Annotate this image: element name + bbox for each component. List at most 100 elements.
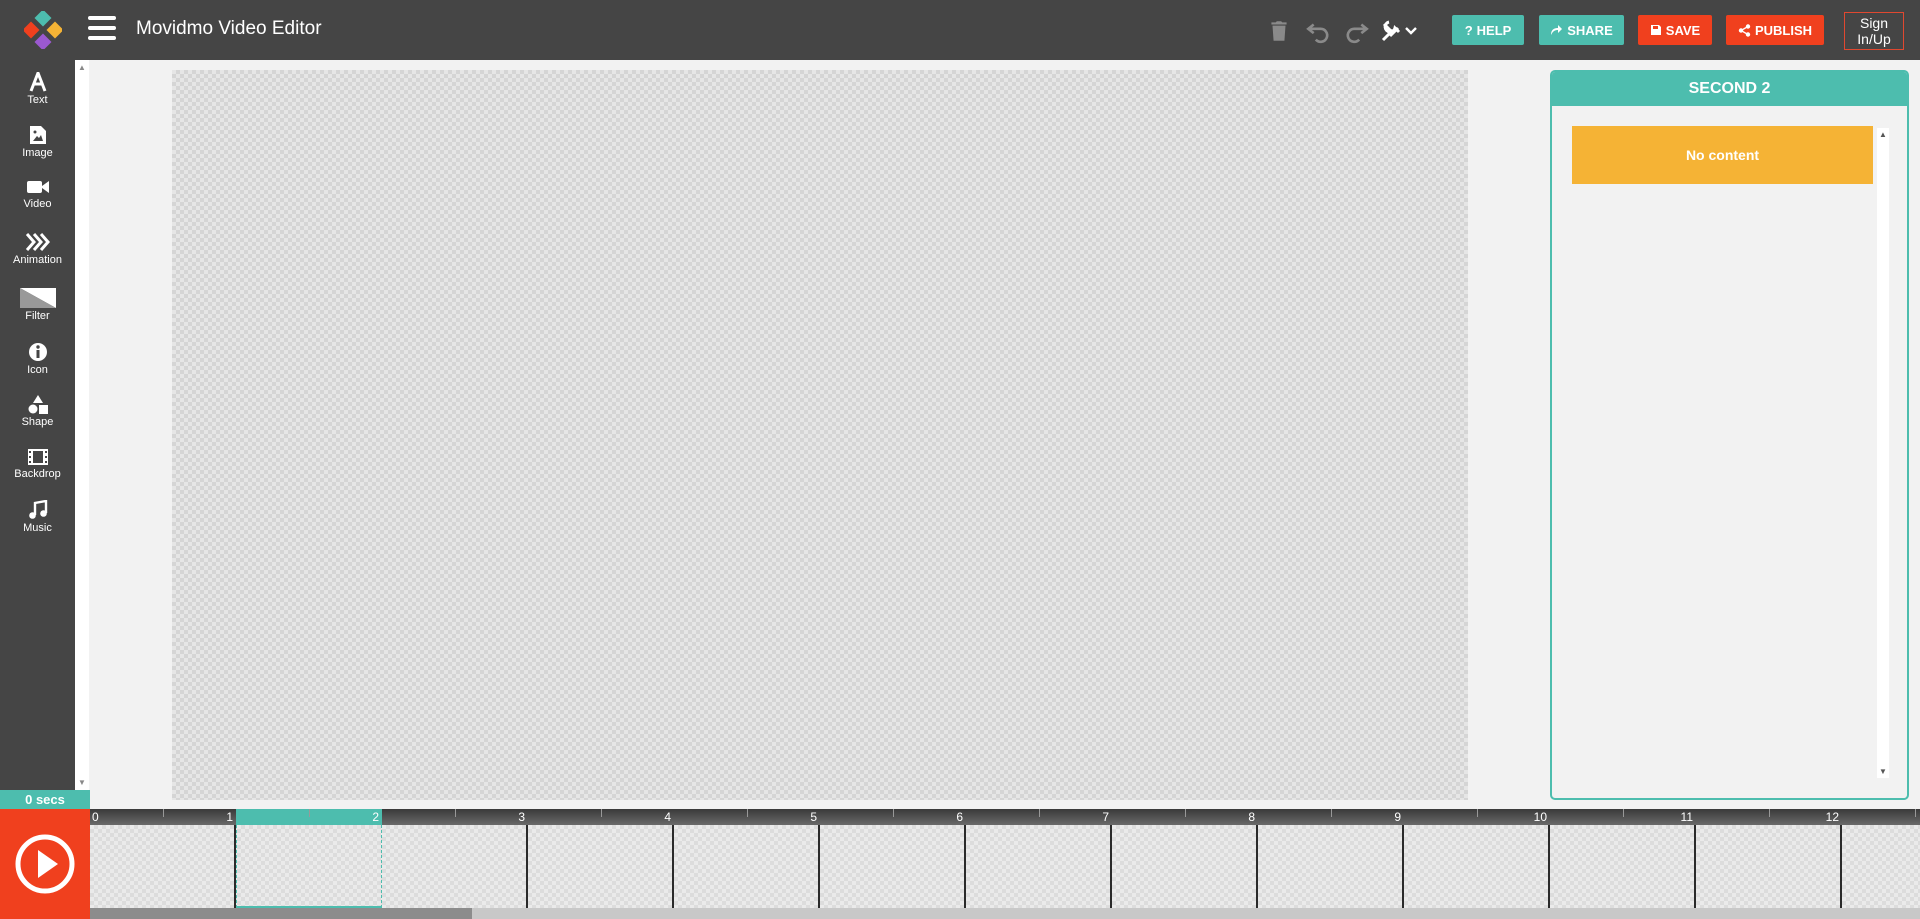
panel-scrollbar[interactable]: ▲ ▼ [1877,128,1889,778]
timeline-frame[interactable] [528,825,674,908]
timeline-second-label: 7 [1102,810,1109,824]
timeline-second-label: 4 [664,810,671,824]
timeline-frame[interactable] [966,825,1112,908]
timeline-tick [1185,809,1186,817]
timeline-second-8[interactable]: 8 [1112,809,1258,908]
share-button[interactable]: SHARE [1539,15,1624,45]
timeline-second-label: 2 [372,810,379,824]
timeline-second-7[interactable]: 7 [966,809,1112,908]
music-icon [28,500,47,519]
timeline-frame[interactable] [820,825,966,908]
save-button[interactable]: SAVE [1638,15,1712,45]
timeline-second-5[interactable]: 5 [674,809,820,908]
timeline-tick [1623,809,1624,817]
sidebar-item-image[interactable]: Image [0,125,75,173]
panel-title: SECOND 2 [1552,72,1907,106]
sidebar-item-music[interactable]: Music [0,500,75,548]
timeline-second-13[interactable]: 13 [1842,809,1920,908]
timeline-ruler: 7 [966,809,1112,825]
sidebar-item-shape[interactable]: Shape [0,394,75,442]
image-icon [29,126,46,144]
sidebar-item-filter[interactable]: Filter [0,288,75,336]
timeline-frame[interactable] [90,825,236,908]
question-icon: ? [1464,22,1473,38]
timeline-second-6[interactable]: 6 [820,809,966,908]
timeline-frame[interactable] [1550,825,1696,908]
sidebar-item-backdrop[interactable]: Backdrop [0,448,75,496]
timeline-second-9[interactable]: 9 [1258,809,1404,908]
help-button[interactable]: ? HELP [1452,15,1524,45]
sidebar-item-animation[interactable]: Animation [0,232,75,280]
timeline-second-label: 8 [1248,810,1255,824]
play-button[interactable] [0,809,90,919]
hamburger-menu-icon[interactable] [88,16,116,42]
sidebar-item-text[interactable]: Text [0,72,75,120]
redo-icon[interactable] [1344,18,1370,44]
timeline-ruler: 5 [674,809,820,825]
timeline-second-label: 5 [810,810,817,824]
sidebar-scrollbar[interactable]: ▲ ▼ [75,60,89,790]
timeline-scroll-thumb[interactable] [90,908,472,919]
backdrop-icon [27,449,48,465]
timeline-second-label: 3 [518,810,525,824]
scroll-down-icon[interactable]: ▼ [1879,767,1887,776]
undo-icon[interactable] [1305,18,1331,44]
timeline-frame[interactable] [236,825,382,908]
no-content-notice: No content [1572,126,1873,184]
trash-icon[interactable] [1266,18,1292,44]
timeline-second-label: 9 [1394,810,1401,824]
timeline-second-4[interactable]: 4 [528,809,674,908]
sidebar-item-icon[interactable]: Icon [0,342,75,390]
filter-icon [19,288,56,308]
timeline-ruler: 3 [382,809,528,825]
timeline-second-label: 11 [1680,810,1693,824]
timeline-second-label: 1 [226,810,233,824]
top-bar: Movidmo Video Editor ? HELP SHARE SAVE P… [0,0,1920,60]
timeline-second-11[interactable]: 11 [1550,809,1696,908]
timeline[interactable]: 0 12345678910111213 [90,809,1920,908]
timeline-tick [601,809,602,817]
video-canvas[interactable] [172,70,1468,800]
timeline-tick [747,809,748,817]
sidebar-item-video[interactable]: Video [0,178,75,226]
sign-in-button[interactable]: Sign In/Up [1844,12,1904,50]
scroll-up-icon[interactable]: ▲ [1879,130,1887,139]
timeline-tick [1915,809,1916,817]
timeline-tick [1477,809,1478,817]
timeline-second-12[interactable]: 12 [1696,809,1842,908]
timeline-frame[interactable] [1404,825,1550,908]
publish-button[interactable]: PUBLISH [1726,15,1824,45]
timeline-frame[interactable] [1842,825,1920,908]
timeline-frame[interactable] [674,825,820,908]
timeline-second-10[interactable]: 10 [1404,809,1550,908]
timeline-second-label: 12 [1825,810,1839,824]
scroll-up-icon[interactable]: ▲ [78,63,86,72]
timeline-second-label: 10 [1533,810,1547,824]
text-icon [29,72,46,92]
timeline-second-2[interactable]: 2 [236,809,382,908]
timeline-second-1[interactable]: 1 [90,809,236,908]
timeline-ruler: 6 [820,809,966,825]
timeline-tick [1039,809,1040,817]
app-title: Movidmo Video Editor [136,18,322,39]
video-icon [26,181,49,193]
timeline-ruler: 10 [1404,809,1550,825]
share-arrow-icon [1551,25,1563,35]
timeline-ruler: 8 [1112,809,1258,825]
timeline-frame[interactable] [1112,825,1258,908]
info-icon [28,343,47,361]
timeline-frame[interactable] [1696,825,1842,908]
timeline-second-3[interactable]: 3 [382,809,528,908]
tools-icon[interactable] [1380,18,1420,44]
timeline-frame[interactable] [1258,825,1404,908]
shape-icon [28,395,48,414]
timeline-scrollbar[interactable] [90,908,1920,919]
scroll-down-icon[interactable]: ▼ [78,778,86,787]
timeline-frame[interactable] [382,825,528,908]
timeline-ruler: 11 [1550,809,1696,825]
movidmo-logo[interactable] [24,11,62,49]
timeline-tick [455,809,456,817]
timeline-start-label: 0 [92,810,99,824]
timeline-ruler: 13 [1842,809,1920,825]
tool-sidebar: Text Image Video Animation Filter Icon S… [0,60,75,790]
